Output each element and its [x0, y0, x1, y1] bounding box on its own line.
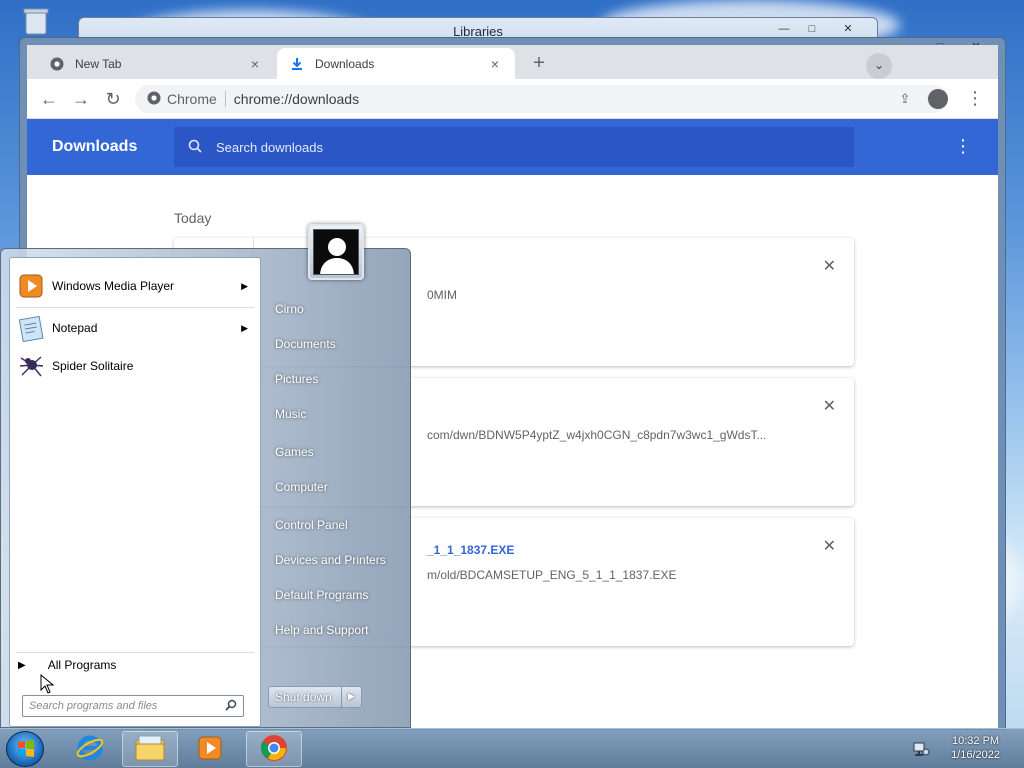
profile-avatar-icon[interactable]	[928, 89, 948, 109]
tab-search-button[interactable]: ⌄	[866, 53, 892, 79]
new-tab-button[interactable]: +	[527, 52, 551, 76]
all-programs-button[interactable]: ▶ All Programs	[18, 658, 116, 672]
start-search-input[interactable]: Search programs and files	[22, 695, 244, 717]
link-help-and-support[interactable]: Help and Support	[275, 623, 368, 637]
remove-download-icon[interactable]: ✕	[823, 256, 836, 276]
more-actions-icon[interactable]: ⋮	[954, 136, 972, 157]
user-avatar-icon	[313, 229, 359, 275]
chevron-down-icon: ⌄	[873, 58, 885, 72]
taskbar-windows-explorer[interactable]	[122, 731, 178, 767]
link-games[interactable]: Games	[275, 445, 314, 459]
all-programs-label: All Programs	[47, 658, 117, 672]
program-windows-media-player[interactable]: Windows Media Player ▶	[10, 266, 260, 306]
tab-close-icon[interactable]: ×	[247, 56, 263, 72]
explorer-close-button[interactable]: ✕	[835, 22, 861, 38]
search-icon	[225, 699, 237, 714]
program-notepad[interactable]: Notepad ▶	[10, 308, 260, 348]
downloads-header: Downloads Search downloads ⋮	[27, 119, 998, 175]
search-icon	[188, 139, 202, 156]
taskbar-internet-explorer[interactable]	[62, 731, 118, 767]
chrome-icon	[49, 56, 65, 72]
recycle-bin-icon[interactable]	[18, 6, 54, 36]
back-arrow-icon[interactable]: ←	[37, 88, 61, 112]
tab-strip: New Tab × Downloads × + ⌄	[27, 45, 998, 79]
address-bar[interactable]: Chrome chrome://downloads ⇪ ☆	[135, 85, 948, 113]
start-menu: Windows Media Player ▶ Notepad ▶ Spider …	[0, 248, 411, 728]
link-devices-and-printers[interactable]: Devices and Printers	[275, 553, 386, 567]
windows-logo-icon	[18, 740, 34, 757]
clock-time: 10:32 PM	[951, 735, 1000, 747]
tab-label: New Tab	[75, 56, 122, 71]
url-text[interactable]: chrome://downloads	[234, 91, 359, 107]
divider	[16, 652, 254, 653]
program-spider-solitaire[interactable]: Spider Solitaire	[10, 346, 260, 386]
omnibox-separator	[224, 91, 226, 107]
program-label: Windows Media Player	[52, 279, 175, 293]
clock-date: 1/16/2022	[951, 749, 1000, 761]
explorer-maximize-button[interactable]: □	[799, 22, 825, 38]
share-icon[interactable]: ⇪	[899, 91, 910, 107]
reload-icon[interactable]: ↻	[101, 88, 125, 112]
mouse-cursor-icon	[40, 673, 55, 697]
chrome-menu-icon[interactable]: ⋮	[966, 88, 984, 109]
tab-close-icon[interactable]: ×	[487, 56, 503, 72]
link-music[interactable]: Music	[275, 407, 306, 421]
tab-label: Downloads	[315, 56, 375, 71]
internet-explorer-icon	[75, 733, 105, 766]
explorer-minimize-button[interactable]: —	[771, 22, 797, 38]
media-player-icon	[197, 735, 223, 764]
program-label: Notepad	[52, 321, 98, 335]
link-default-programs[interactable]: Default Programs	[275, 588, 368, 602]
shutdown-button[interactable]: Shut down ▶	[268, 686, 362, 708]
start-button[interactable]	[6, 731, 44, 767]
network-icon[interactable]	[912, 741, 930, 760]
link-pictures[interactable]: Pictures	[275, 372, 318, 386]
page-title: Downloads	[52, 138, 138, 155]
taskbar-media-player[interactable]	[182, 731, 238, 767]
link-control-panel[interactable]: Control Panel	[275, 518, 348, 532]
chrome-icon	[259, 733, 289, 766]
expand-arrow-icon: ▶	[18, 659, 26, 671]
program-label: Spider Solitaire	[52, 359, 134, 373]
taskbar-chrome[interactable]	[246, 731, 302, 767]
forward-arrow-icon[interactable]: →	[69, 88, 93, 112]
start-menu-programs-pane: Windows Media Player ▶ Notepad ▶ Spider …	[9, 257, 261, 727]
taskbar: 10:32 PM 1/16/2022	[0, 728, 1024, 768]
search-placeholder: Search downloads	[216, 139, 323, 155]
link-documents[interactable]: Documents	[275, 337, 336, 351]
downloads-search-input[interactable]: Search downloads	[174, 127, 854, 167]
user-account-picture[interactable]	[308, 224, 364, 280]
remove-download-icon[interactable]: ✕	[823, 536, 836, 556]
link-user[interactable]: Cirno	[275, 302, 304, 316]
download-filename[interactable]: _1_1_1837.EXE	[427, 543, 514, 557]
shutdown-options-arrow-icon[interactable]: ▶	[341, 687, 361, 707]
download-url[interactable]: m/old/BDCAMSETUP_ENG_5_1_1_1837.EXE	[427, 568, 847, 582]
section-date-label: Today	[174, 210, 212, 226]
link-computer[interactable]: Computer	[275, 480, 328, 494]
chrome-site-icon	[147, 91, 161, 108]
tab-downloads[interactable]: Downloads ×	[277, 48, 515, 79]
site-chip: Chrome	[167, 91, 217, 107]
explorer-folder-icon	[134, 734, 166, 765]
shutdown-label: Shut down	[275, 690, 332, 704]
spider-solitaire-icon	[16, 351, 46, 381]
start-search-placeholder: Search programs and files	[29, 700, 158, 712]
system-clock[interactable]: 10:32 PM 1/16/2022	[951, 734, 1000, 762]
submenu-arrow-icon: ▶	[241, 322, 248, 333]
download-icon	[289, 56, 305, 72]
download-url[interactable]: 0MIM	[427, 288, 927, 302]
notepad-icon	[16, 313, 46, 343]
submenu-arrow-icon: ▶	[241, 280, 248, 291]
tab-new-tab[interactable]: New Tab ×	[37, 48, 275, 79]
media-player-icon	[16, 271, 46, 301]
download-url[interactable]: com/dwn/BDNW5P4yptZ_w4jxh0CGN_c8pdn7w3wc…	[427, 428, 847, 442]
remove-download-icon[interactable]: ✕	[823, 396, 836, 416]
browser-toolbar: ← → ↻ Chrome chrome://downloads ⇪ ☆ ⋮	[27, 79, 998, 119]
